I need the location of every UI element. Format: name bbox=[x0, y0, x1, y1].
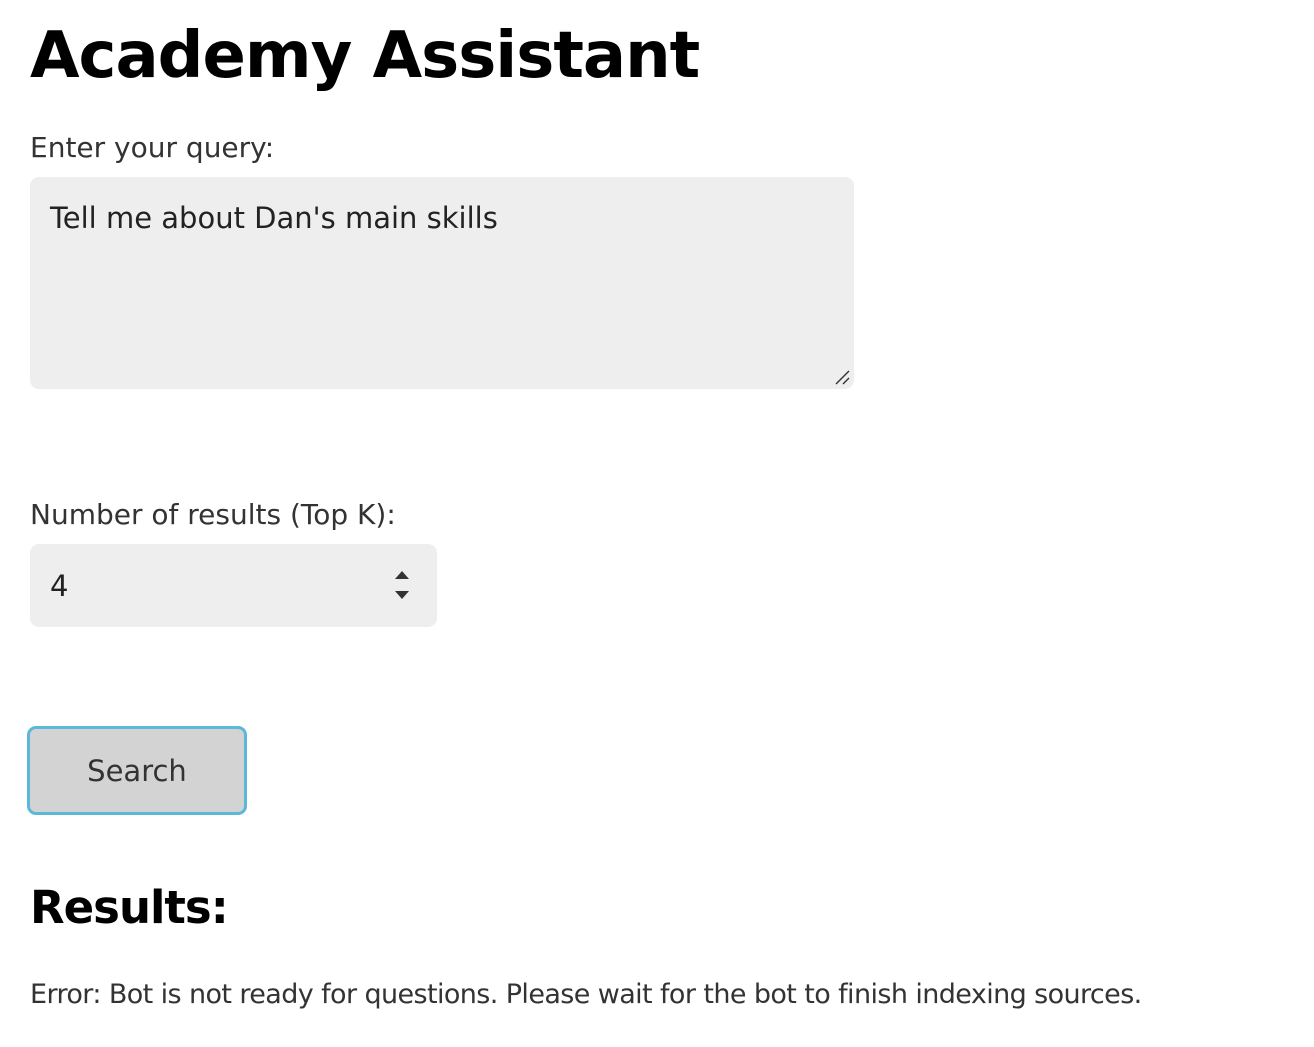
chevron-down-icon[interactable] bbox=[387, 585, 417, 604]
query-label: Enter your query: bbox=[30, 131, 275, 164]
top-k-label: Number of results (Top K): bbox=[30, 498, 396, 531]
results-heading: Results: bbox=[30, 881, 229, 934]
query-textarea[interactable]: Tell me about Dan's main skills bbox=[30, 177, 854, 389]
chevron-up-icon[interactable] bbox=[387, 566, 417, 585]
stepper-controls[interactable] bbox=[387, 566, 417, 604]
page-title: Academy Assistant bbox=[30, 19, 700, 93]
search-button[interactable]: Search bbox=[27, 726, 247, 815]
results-message: Error: Bot is not ready for questions. P… bbox=[30, 979, 1142, 1010]
resize-handle-icon[interactable] bbox=[834, 369, 850, 385]
top-k-input[interactable] bbox=[30, 544, 380, 627]
top-k-stepper[interactable] bbox=[30, 544, 437, 627]
